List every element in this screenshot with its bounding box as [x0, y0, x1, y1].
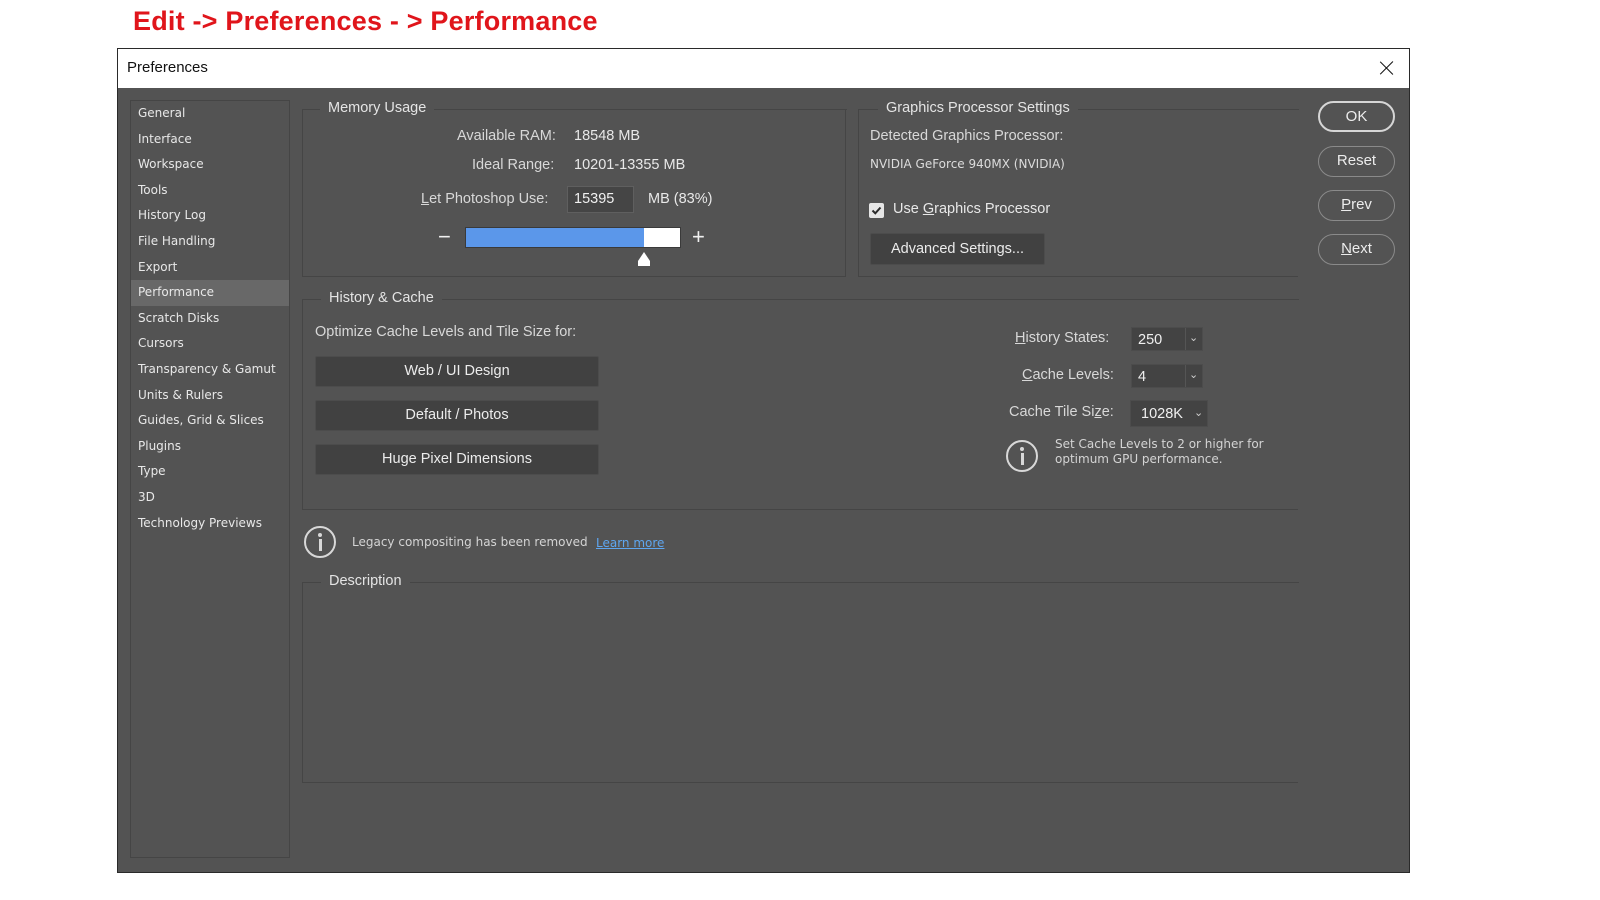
cache-tile-size-label: Cache Tile Size: [1009, 404, 1114, 420]
sidebar-item-technology-previews[interactable]: Technology Previews [131, 511, 289, 537]
label-text: ache Levels: [1032, 367, 1114, 383]
sidebar-item-export[interactable]: Export [131, 255, 289, 281]
available-ram-label: Available RAM: [457, 128, 556, 144]
label-text: istory States: [1025, 330, 1110, 346]
photoshop-use-suffix: MB (83%) [648, 191, 713, 207]
history-states-select[interactable]: 250 ⌄ [1131, 327, 1203, 351]
chevron-down-icon: ⌄ [1194, 407, 1204, 419]
sidebar-item-transparency-gamut[interactable]: Transparency & Gamut [131, 357, 289, 383]
label-text: e: [1101, 404, 1114, 420]
cache-levels-label: Cache Levels: [1022, 367, 1114, 383]
sidebar-item-workspace[interactable]: Workspace [131, 152, 289, 178]
detected-gpu-label: Detected Graphics Processor: [870, 128, 1064, 144]
chevron-down-icon: ⌄ [1189, 369, 1199, 381]
default-photos-button[interactable]: Default / Photos [315, 400, 599, 431]
chevron-down-icon: ⌄ [1189, 332, 1199, 344]
learn-more-link[interactable]: Learn more [596, 536, 664, 550]
sidebar-item-scratch-disks[interactable]: Scratch Disks [131, 306, 289, 332]
label-text: ext [1351, 240, 1372, 257]
select-value: 1028K [1141, 406, 1183, 422]
mnemonic: z [1094, 404, 1102, 420]
sidebar-item-3d[interactable]: 3D [131, 485, 289, 511]
close-icon[interactable] [1373, 55, 1401, 81]
reset-button[interactable]: Reset [1318, 146, 1395, 177]
checkmark-icon [871, 206, 882, 215]
memory-slider[interactable] [465, 227, 681, 248]
photoshop-use-label: Let Photoshop Use: [421, 191, 548, 207]
label-text: et Photoshop Use: [429, 191, 549, 207]
available-ram-value: 18548 MB [574, 128, 641, 144]
sidebar-item-type[interactable]: Type [131, 459, 289, 485]
memory-slider-thumb[interactable] [638, 252, 651, 266]
decrease-memory-button[interactable]: − [438, 226, 451, 248]
info-icon [304, 526, 336, 558]
huge-pixel-dimensions-button[interactable]: Huge Pixel Dimensions [315, 444, 599, 475]
sidebar-item-file-handling[interactable]: File Handling [131, 229, 289, 255]
sidebar-item-guides-grid-slices[interactable]: Guides, Grid & Slices [131, 408, 289, 434]
optimize-label: Optimize Cache Levels and Tile Size for: [315, 324, 577, 340]
mnemonic: L [421, 191, 430, 207]
info-icon [1006, 440, 1038, 472]
memory-usage-title: Memory Usage [320, 100, 435, 116]
window-title: Preferences [127, 59, 208, 76]
label-text: raphics Processor [934, 201, 1051, 217]
increase-memory-button[interactable]: + [692, 226, 705, 248]
sidebar-item-cursors[interactable]: Cursors [131, 331, 289, 357]
memory-slider-fill [466, 228, 644, 247]
description-title: Description [321, 573, 410, 589]
cache-tile-size-select[interactable]: 1028K ⌄ [1130, 400, 1208, 427]
use-gpu-checkbox[interactable] [869, 203, 884, 218]
ideal-range-label: Ideal Range: [472, 157, 555, 173]
cache-info-line2: optimum GPU performance. [1055, 452, 1223, 466]
use-gpu-label: Use Graphics Processor [893, 201, 1050, 217]
cache-info-line1: Set Cache Levels to 2 or higher for [1055, 437, 1264, 451]
sidebar-item-interface[interactable]: Interface [131, 127, 289, 153]
web-ui-design-button[interactable]: Web / UI Design [315, 356, 599, 387]
sidebar-item-units-rulers[interactable]: Units & Rulers [131, 383, 289, 409]
sidebar-item-general[interactable]: General [131, 101, 289, 127]
sidebar-item-history-log[interactable]: History Log [131, 203, 289, 229]
label-text: Use [893, 201, 923, 217]
detected-gpu-value: NVIDIA GeForce 940MX (NVIDIA) [870, 157, 1065, 171]
prev-button[interactable]: Prev [1318, 190, 1395, 221]
advanced-settings-button[interactable]: Advanced Settings... [870, 233, 1045, 265]
sidebar-item-performance[interactable]: Performance [131, 280, 289, 306]
description-group [302, 582, 1299, 783]
legacy-message: Legacy compositing has been removed [352, 535, 588, 549]
next-button[interactable]: Next [1318, 234, 1395, 265]
cache-levels-select[interactable]: 4 ⌄ [1131, 364, 1203, 388]
history-states-label: History States: [1015, 330, 1109, 346]
mnemonic: H [1015, 330, 1026, 346]
label-text: Cache Tile Si [1009, 404, 1095, 420]
sidebar-item-tools[interactable]: Tools [131, 178, 289, 204]
history-cache-title: History & Cache [321, 290, 442, 306]
mnemonic: C [1022, 367, 1033, 383]
title-bar: Preferences [118, 49, 1409, 88]
select-value: 4 [1138, 369, 1147, 385]
annotation-heading: Edit -> Preferences - > Performance [133, 6, 598, 36]
label-text: rev [1351, 196, 1372, 213]
mnemonic: G [922, 201, 935, 217]
ideal-range-value: 10201-13355 MB [574, 157, 686, 173]
ok-button[interactable]: OK [1318, 101, 1395, 132]
gpu-settings-title: Graphics Processor Settings [878, 100, 1078, 116]
mnemonic: N [1341, 240, 1352, 257]
mnemonic: P [1341, 196, 1352, 213]
sidebar-nav: General Interface Workspace Tools History Lo… [130, 100, 290, 858]
sidebar-item-plugins[interactable]: Plugins [131, 434, 289, 460]
select-value: 250 [1138, 332, 1163, 348]
photoshop-use-input[interactable]: 15395 [567, 186, 634, 213]
